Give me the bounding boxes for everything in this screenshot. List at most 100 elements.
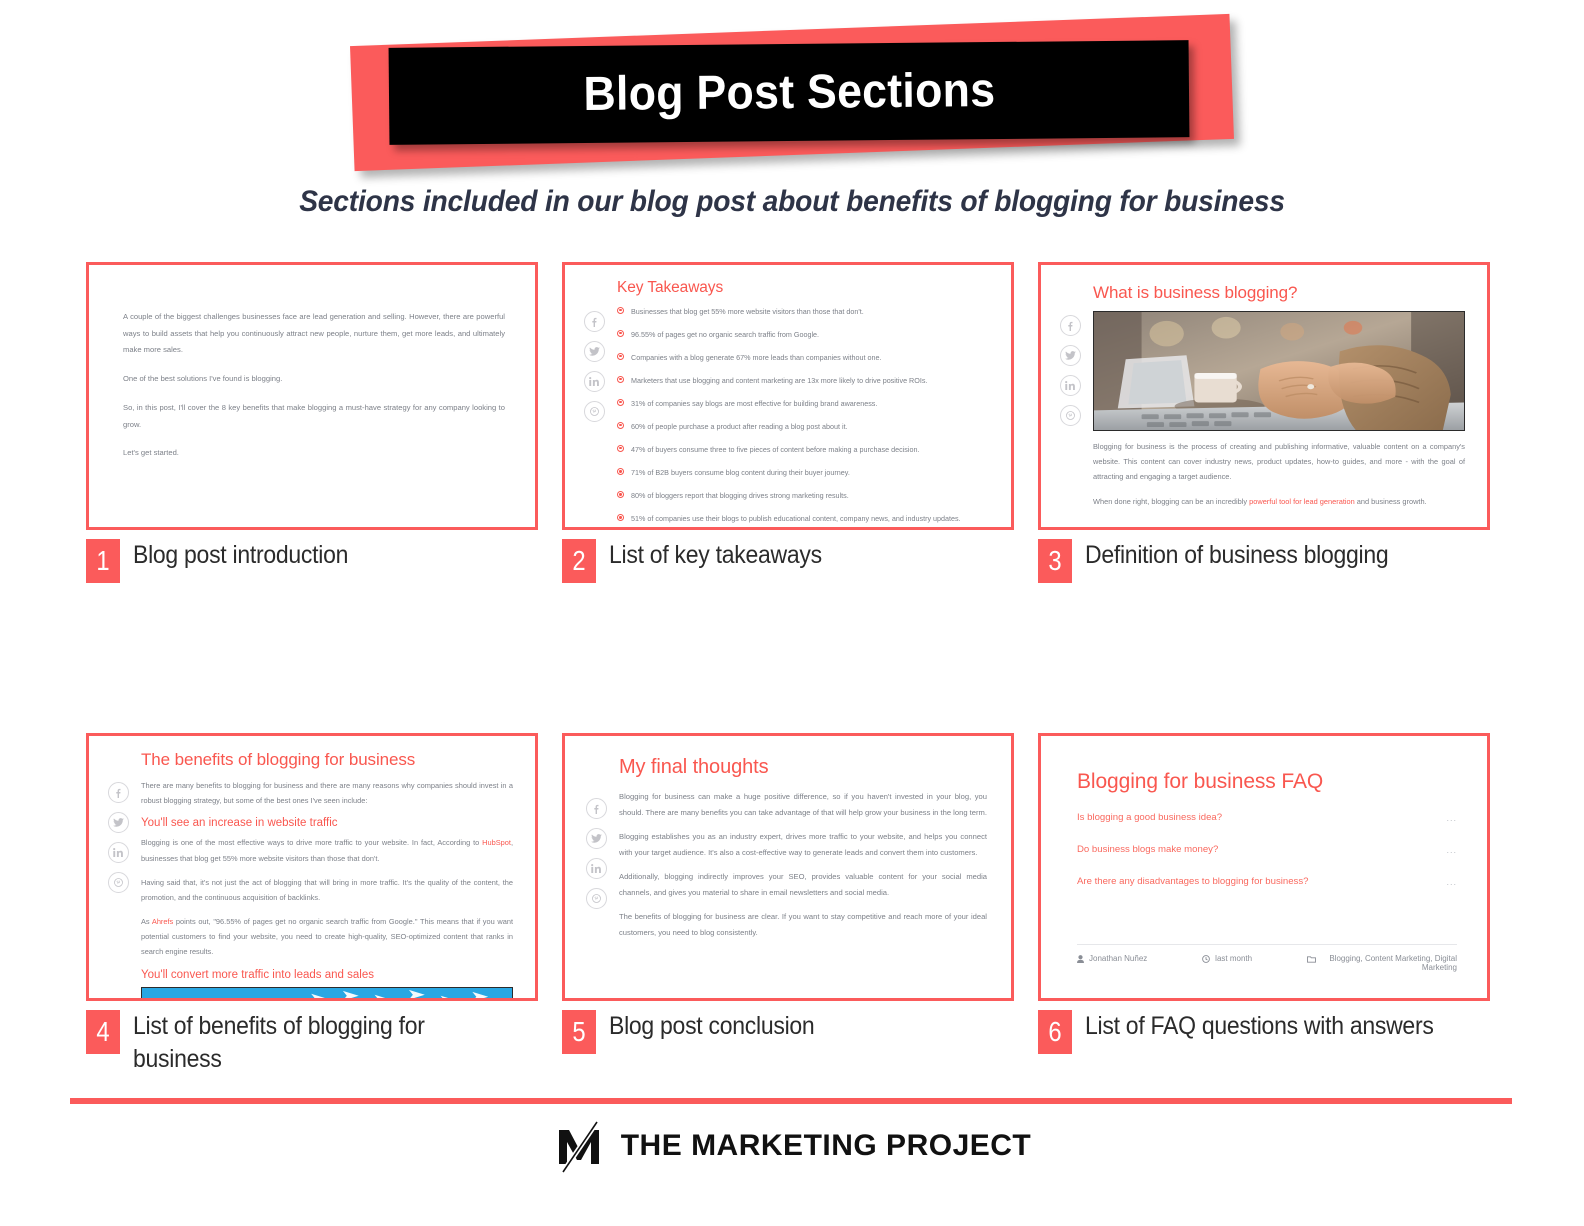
- social-share-rail: [581, 756, 611, 998]
- categories-meta: Blogging, Content Marketing, Digital Mar…: [1307, 954, 1457, 972]
- page-subtitle: Sections included in our blog post about…: [299, 185, 1285, 218]
- section-preview-1[interactable]: A couple of the biggest challenges busin…: [86, 262, 538, 530]
- card-heading: What is business blogging?: [1093, 283, 1298, 302]
- expand-dots-icon[interactable]: ...: [1446, 877, 1457, 887]
- expand-dots-icon[interactable]: ...: [1446, 845, 1457, 855]
- section-caption-text: Definition of business blogging: [1085, 541, 1389, 569]
- twitter-icon[interactable]: [583, 341, 605, 362]
- section-caption-3: 3 Definition of business blogging: [1038, 539, 1490, 583]
- section-preview-6[interactable]: Blogging for business FAQ Is blogging a …: [1038, 733, 1490, 1001]
- section-cell-5: My final thoughts Blogging for business …: [562, 733, 1014, 1075]
- paragraph: The benefits of blogging for business ar…: [619, 912, 987, 937]
- linkedin-icon[interactable]: [107, 842, 129, 863]
- post-date: last month: [1215, 954, 1253, 963]
- inline-link[interactable]: powerful tool for lead generation: [1249, 497, 1355, 506]
- list-item: Companies with a blog generate 67% more …: [617, 351, 989, 365]
- list-item-text: Companies with a blog generate 67% more …: [631, 353, 882, 363]
- list-item-text: 51% of companies use their blogs to publ…: [631, 514, 961, 524]
- social-share-rail: [579, 279, 609, 519]
- facebook-icon[interactable]: [583, 311, 605, 332]
- list-item-text: 31% of companies say blogs are most effe…: [631, 399, 878, 409]
- category-list: Blogging, Content Marketing, Digital Mar…: [1329, 954, 1457, 972]
- bullet-dot-icon: [617, 467, 624, 475]
- section-preview-2[interactable]: Key Takeaways Businesses that blog get 5…: [562, 262, 1014, 530]
- brand-name: THE MARKETING PROJECT: [620, 1129, 1032, 1162]
- pinterest-icon[interactable]: [583, 401, 605, 422]
- twitter-icon[interactable]: [585, 828, 607, 849]
- section-caption-5: 5 Blog post conclusion: [562, 1010, 1014, 1054]
- card-heading: Blogging for business FAQ: [1077, 770, 1324, 793]
- list-item-text: 80% of bloggers report that blogging dri…: [631, 491, 849, 501]
- page-title: Blog Post Sections: [582, 64, 996, 121]
- author-meta: Jonathan Nuñez: [1077, 954, 1147, 965]
- inline-link[interactable]: HubSpot: [482, 838, 511, 847]
- clock-icon: [1202, 955, 1211, 965]
- section-preview-5[interactable]: My final thoughts Blogging for business …: [562, 733, 1014, 1001]
- card-3-body: What is business blogging? Blogging for …: [1093, 283, 1465, 519]
- section-preview-3[interactable]: What is business blogging? Blogging for …: [1038, 262, 1490, 530]
- expand-dots-icon[interactable]: ...: [1446, 813, 1457, 823]
- facebook-icon[interactable]: [107, 782, 129, 803]
- section-caption-2: 2 List of key takeaways: [562, 539, 1014, 583]
- bullet-dot-icon: [617, 329, 624, 337]
- pinterest-icon[interactable]: [107, 872, 129, 893]
- faq-item[interactable]: Are there any disadvantages to blogging …: [1077, 876, 1457, 887]
- header: Blog Post Sections Sections included in …: [0, 0, 1584, 218]
- list-item: 31% of companies say blogs are most effe…: [617, 397, 989, 411]
- pinterest-icon[interactable]: [585, 888, 607, 909]
- card-subheading: You'll convert more traffic into leads a…: [141, 968, 374, 981]
- bullet-dot-icon: [617, 421, 624, 429]
- card-1-body: A couple of the biggest challenges busin…: [89, 265, 535, 462]
- magnet-attracting-arrows-photo: [141, 986, 513, 998]
- faq-question: Do business blogs make money?: [1077, 844, 1219, 855]
- bullet-dot-icon: [617, 444, 624, 452]
- paragraph: A couple of the biggest challenges busin…: [123, 312, 505, 355]
- linkedin-icon[interactable]: [585, 858, 607, 879]
- paragraph: One of the best solutions I've found is …: [123, 374, 283, 384]
- paragraph-with-link: Blogging is one of the most effective wa…: [141, 838, 513, 863]
- linkedin-icon[interactable]: [583, 371, 605, 392]
- faq-question: Is blogging a good business idea?: [1077, 812, 1223, 823]
- section-cell-3: What is business blogging? Blogging for …: [1038, 262, 1490, 583]
- post-meta: Jonathan Nuñez last month Blogging, Cont…: [1077, 954, 1457, 972]
- section-preview-4[interactable]: The benefits of blogging for business Th…: [86, 733, 538, 1001]
- section-caption-1: 1 Blog post introduction: [86, 539, 538, 583]
- section-number-badge: 1: [86, 539, 120, 583]
- paragraph: Having said that, it's not just the act …: [141, 877, 513, 902]
- section-number-badge: 3: [1038, 539, 1072, 583]
- card-heading: The benefits of blogging for business: [141, 750, 416, 769]
- facebook-icon[interactable]: [1059, 315, 1081, 336]
- card-2-body: Key Takeaways Businesses that blog get 5…: [617, 279, 989, 523]
- list-item-text: 60% of people purchase a product after r…: [631, 422, 848, 432]
- twitter-icon[interactable]: [1059, 345, 1081, 366]
- footer: THE MARKETING PROJECT: [0, 1118, 1584, 1174]
- list-item: Marketers that use blogging and content …: [617, 374, 989, 388]
- list-item: 96.55% of pages get no organic search tr…: [617, 328, 989, 342]
- twitter-icon[interactable]: [107, 812, 129, 833]
- takeaways-list: Businesses that blog get 55% more websit…: [617, 305, 989, 526]
- list-item: 60% of people purchase a product after r…: [617, 420, 989, 434]
- card-6-body: Blogging for business FAQ Is blogging a …: [1041, 736, 1487, 972]
- paragraph: Blogging for business can make a huge po…: [619, 792, 987, 817]
- inline-link[interactable]: Ahrefs: [152, 917, 173, 926]
- paragraph: Blogging for business is the process of …: [1093, 442, 1465, 482]
- section-number-badge: 4: [86, 1010, 120, 1054]
- section-cell-4: The benefits of blogging for business Th…: [86, 733, 538, 1075]
- card-heading: My final thoughts: [619, 756, 769, 778]
- facebook-icon[interactable]: [585, 798, 607, 819]
- list-item-text: Businesses that blog get 55% more websit…: [631, 307, 864, 316]
- section-cell-1: A couple of the biggest challenges busin…: [86, 262, 538, 583]
- bullet-dot-icon: [617, 513, 624, 521]
- list-item: Businesses that blog get 55% more websit…: [617, 305, 989, 319]
- faq-item[interactable]: Is blogging a good business idea? ...: [1077, 812, 1457, 823]
- linkedin-icon[interactable]: [1059, 375, 1081, 396]
- list-item: 71% of B2B buyers consume blog content d…: [617, 466, 989, 480]
- list-item-text: 47% of buyers consume three to five piec…: [631, 445, 920, 455]
- sections-grid: A couple of the biggest challenges busin…: [86, 262, 1494, 1075]
- infographic-page: Blog Post Sections Sections included in …: [0, 0, 1584, 1226]
- pinterest-icon[interactable]: [1059, 405, 1081, 426]
- section-caption-6: 6 List of FAQ questions with answers: [1038, 1010, 1490, 1054]
- list-item: 80% of bloggers report that blogging dri…: [617, 489, 989, 503]
- laptop-typing-photo: [1093, 311, 1465, 431]
- faq-item[interactable]: Do business blogs make money? ...: [1077, 844, 1457, 855]
